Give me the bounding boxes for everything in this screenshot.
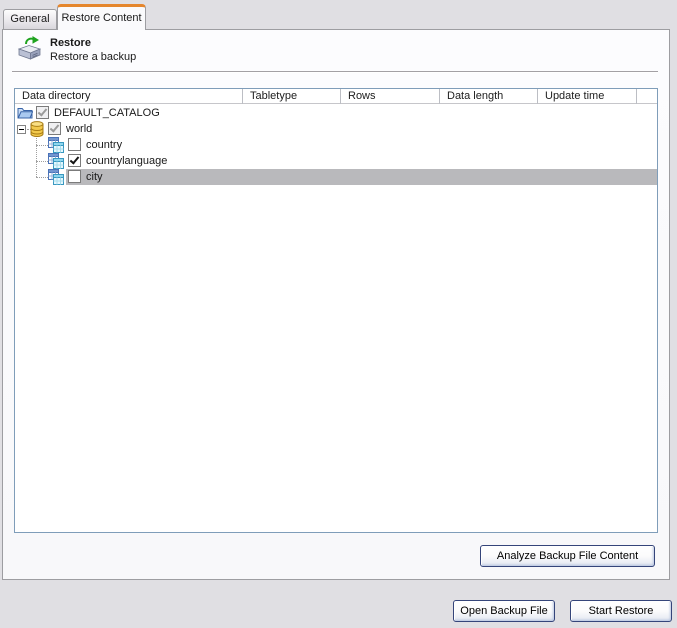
header-separator <box>12 71 658 73</box>
tree-row-default-catalog[interactable]: DEFAULT_CATALOG <box>15 105 657 121</box>
checkbox-countrylanguage[interactable] <box>68 154 81 167</box>
column-header-tabletype[interactable]: Tabletype <box>243 89 341 104</box>
checkbox-city[interactable] <box>68 170 81 183</box>
checkbox-world[interactable] <box>48 122 61 135</box>
page-subtitle: Restore a backup <box>50 51 136 63</box>
tab-restore-content[interactable]: Restore Content <box>57 4 146 30</box>
tree-label: country <box>86 137 122 153</box>
tab-general[interactable]: General <box>3 9 57 29</box>
page-title: Restore <box>50 37 91 49</box>
tree-label: world <box>66 121 92 137</box>
start-restore-button[interactable]: Start Restore <box>570 600 672 622</box>
tree-row-city[interactable]: city <box>15 169 657 185</box>
column-header-update-time[interactable]: Update time <box>538 89 637 104</box>
tree-label: city <box>86 169 103 185</box>
tree-row-country[interactable]: country <box>15 137 657 153</box>
tab-restore-content-label: Restore Content <box>61 12 141 24</box>
open-backup-file-button[interactable]: Open Backup File <box>453 600 555 622</box>
column-header-spacer <box>637 89 657 104</box>
collapse-expander-icon[interactable] <box>17 125 26 134</box>
tree-label: countrylanguage <box>86 153 167 169</box>
checkbox-country[interactable] <box>68 138 81 151</box>
checkbox-default-catalog[interactable] <box>36 106 49 119</box>
table-icon <box>48 169 64 188</box>
tree-row-world[interactable]: world <box>15 121 657 137</box>
tab-general-label: General <box>10 13 49 25</box>
analyze-backup-file-content-button[interactable]: Analyze Backup File Content <box>480 545 655 567</box>
column-header-data-length[interactable]: Data length <box>440 89 538 104</box>
list-header: Data directory Tabletype Rows Data lengt… <box>15 89 657 104</box>
selection-highlight <box>66 169 657 185</box>
restore-backup-icon <box>16 35 44 63</box>
tree-label: DEFAULT_CATALOG <box>54 105 160 121</box>
restore-content-list: Data directory Tabletype Rows Data lengt… <box>14 88 658 533</box>
tree-row-countrylanguage[interactable]: countrylanguage <box>15 153 657 169</box>
column-header-rows[interactable]: Rows <box>341 89 440 104</box>
column-header-data-directory[interactable]: Data directory <box>15 89 243 104</box>
